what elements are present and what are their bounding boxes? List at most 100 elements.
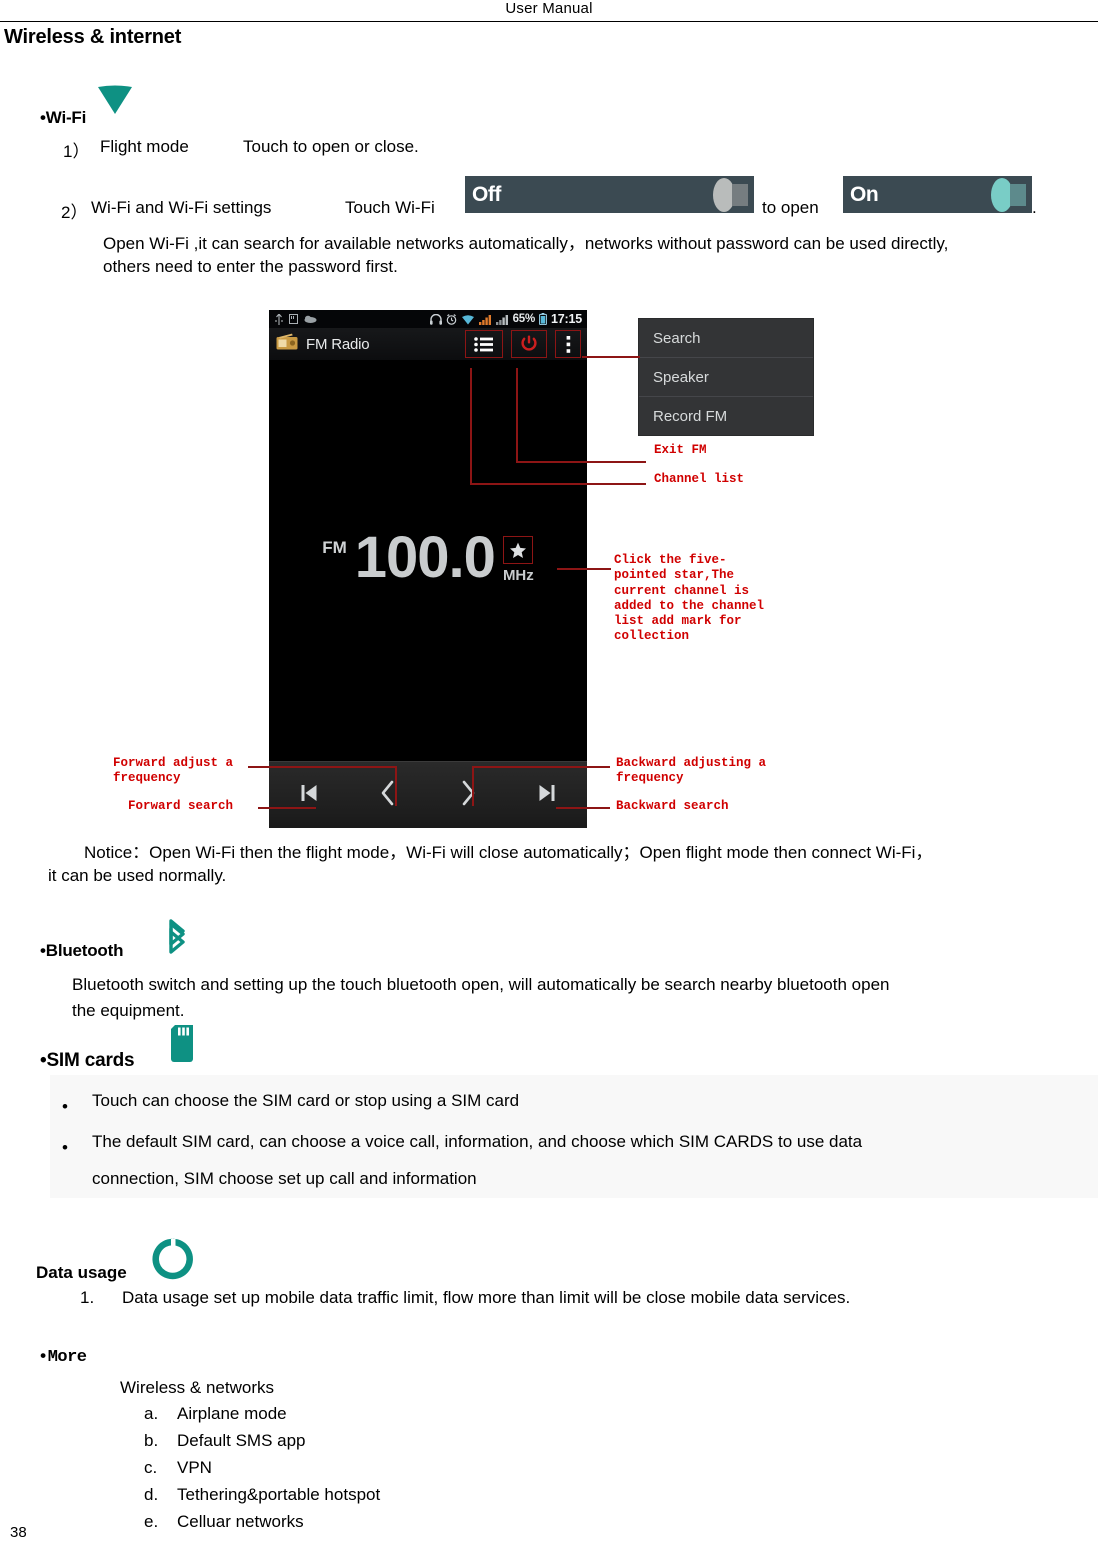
leader-list-vertical xyxy=(470,368,472,484)
more-item-d-label: Tethering&portable hotspot xyxy=(177,1485,381,1504)
data-usage-heading: Data usage xyxy=(36,1263,127,1282)
cellular-signal-1-icon xyxy=(478,314,491,325)
headset-icon xyxy=(429,313,442,325)
frequency-value: 100.0 xyxy=(354,525,496,590)
fm-radio-display: FM 100.0 MHz xyxy=(269,360,587,762)
sim-card-icon xyxy=(167,1025,197,1068)
fm-radio-app-icon xyxy=(276,333,298,355)
sim-cards-heading: •SIM cards xyxy=(40,1050,135,1071)
sim-bullet-2-line-2: connection, SIM choose set up call and i… xyxy=(92,1169,477,1188)
battery-icon xyxy=(539,313,547,325)
wifi-item-2-mid-text: to open xyxy=(762,198,819,217)
skip-next-icon[interactable] xyxy=(538,783,556,808)
callout-forward-search: Forward search xyxy=(128,799,234,813)
leader-list-horizontal xyxy=(470,483,646,485)
more-item-d-marker: d. xyxy=(144,1485,159,1504)
page-number: 38 xyxy=(10,1524,27,1541)
fm-radio-screenshot: 65% 17:15 FM Radio FM 100.0 MHz xyxy=(269,310,587,828)
wifi-heading: •Wi-Fi xyxy=(40,108,87,127)
wifi-fan-icon xyxy=(96,85,134,115)
data-usage-item-number: 1. xyxy=(80,1288,95,1307)
wifi-notice-line-1: Notice：Open Wi-Fi then the flight mode，W… xyxy=(84,843,933,862)
bluetooth-heading: •Bluetooth xyxy=(40,941,124,960)
menu-item-record-fm[interactable]: Record FM xyxy=(639,397,813,435)
battery-percent-label: 65% xyxy=(512,313,536,325)
more-item-e-label: Celluar networks xyxy=(177,1512,304,1531)
sim-bullet-2-line-1: The default SIM card, can choose a voice… xyxy=(92,1132,863,1151)
more-item-e-marker: e. xyxy=(144,1512,159,1531)
toggle-off-label: Off xyxy=(472,183,501,206)
wifi-item-2-number: 2） xyxy=(61,203,88,222)
wifi-item-2-pre-text: Touch Wi-Fi xyxy=(345,198,435,217)
callout-star: Click the five- pointed star,The current… xyxy=(614,553,765,644)
fm-radio-app-bar: FM Radio xyxy=(269,328,587,361)
menu-item-speaker[interactable]: Speaker xyxy=(639,358,813,397)
bluetooth-line-2: the equipment. xyxy=(72,1001,185,1020)
star-icon[interactable] xyxy=(503,536,534,565)
callout-exit-fm: Exit FM xyxy=(654,443,707,457)
leader-power-horizontal xyxy=(516,461,646,463)
wifi-toggle-on[interactable]: On xyxy=(843,176,1032,213)
wifi-item-1-label: Flight mode xyxy=(100,137,189,156)
bluetooth-icon xyxy=(162,918,192,961)
channel-list-icon[interactable] xyxy=(465,330,503,358)
phone-status-bar: 65% 17:15 xyxy=(269,310,587,328)
header-divider xyxy=(0,21,1098,22)
more-subheading: Wireless & networks xyxy=(120,1378,274,1397)
sim-bullet-marker-1: • xyxy=(62,1097,68,1116)
leader-forward-search xyxy=(258,807,316,809)
wifi-signal-icon xyxy=(461,314,474,324)
wifi-item-2-label: Wi-Fi and Wi-Fi settings xyxy=(91,198,272,217)
status-bar-clock: 17:15 xyxy=(551,312,582,326)
alarm-icon xyxy=(446,313,456,325)
more-item-a-marker: a. xyxy=(144,1404,159,1423)
more-heading: •More xyxy=(38,1348,87,1367)
more-item-c-label: VPN xyxy=(177,1458,212,1477)
sim-bullet-1: Touch can choose the SIM card or stop us… xyxy=(92,1091,520,1110)
callout-backward-adjust: Backward adjusting a frequency xyxy=(616,756,767,786)
header-title: User Manual xyxy=(505,0,593,17)
chevron-right-icon[interactable] xyxy=(459,780,477,811)
wifi-item-1-desc: Touch to open or close. xyxy=(243,137,419,156)
running-header: User Manual xyxy=(0,0,1098,22)
leader-backward-adjust-vertical xyxy=(472,766,474,806)
toggle-on-knob[interactable] xyxy=(991,177,1026,212)
overflow-menu-icon[interactable] xyxy=(555,330,581,358)
wifi-paragraph-line-1: Open Wi-Fi ,it can search for available … xyxy=(103,234,949,253)
frequency-unit-label: MHz xyxy=(502,567,534,585)
data-usage-item-text: Data usage set up mobile data traffic li… xyxy=(122,1288,851,1307)
leader-overflow-to-menu xyxy=(582,356,640,358)
sim-cards-content-block: • Touch can choose the SIM card or stop … xyxy=(50,1075,1098,1198)
wifi-item-2-end-punct: . xyxy=(1032,198,1037,217)
callout-forward-adjust: Forward adjust a frequency xyxy=(113,756,234,786)
more-item-b-marker: b. xyxy=(144,1431,159,1450)
wifi-toggle-off[interactable]: Off xyxy=(465,176,754,213)
usb-icon xyxy=(275,313,283,325)
skip-previous-icon[interactable] xyxy=(300,783,318,808)
page-title: Wireless & internet xyxy=(4,26,182,48)
toggle-on-label: On xyxy=(850,183,879,206)
leader-star-to-callout xyxy=(557,568,611,570)
frequency-band-label: FM xyxy=(322,538,347,558)
frequency-row: FM 100.0 MHz xyxy=(269,525,587,590)
overflow-popup-menu[interactable]: Search Speaker Record FM xyxy=(638,318,814,436)
leader-backward-adjust-horizontal xyxy=(472,766,610,768)
leader-power-vertical xyxy=(516,368,518,462)
toggle-off-knob[interactable] xyxy=(713,177,748,212)
data-usage-ring-icon xyxy=(152,1238,194,1285)
more-item-b-label: Default SMS app xyxy=(177,1431,306,1450)
fm-radio-control-bar xyxy=(269,761,587,828)
more-item-c-marker: c. xyxy=(144,1458,158,1477)
callout-backward-search: Backward search xyxy=(616,799,729,813)
power-icon[interactable] xyxy=(511,330,547,358)
fm-radio-app-title: FM Radio xyxy=(306,335,370,353)
leader-forward-adjust-vertical xyxy=(395,766,397,806)
bluetooth-line-1: Bluetooth switch and setting up the touc… xyxy=(72,975,890,994)
wifi-notice-line-2: it can be used normally. xyxy=(48,866,227,885)
sim-bullet-marker-2: • xyxy=(62,1138,68,1157)
callout-channel-list: Channel list xyxy=(654,472,745,486)
wifi-paragraph-line-2: others need to enter the password first. xyxy=(103,257,398,276)
cloud-icon xyxy=(304,315,317,323)
menu-item-search[interactable]: Search xyxy=(639,319,813,358)
cellular-signal-2-icon xyxy=(495,314,508,325)
